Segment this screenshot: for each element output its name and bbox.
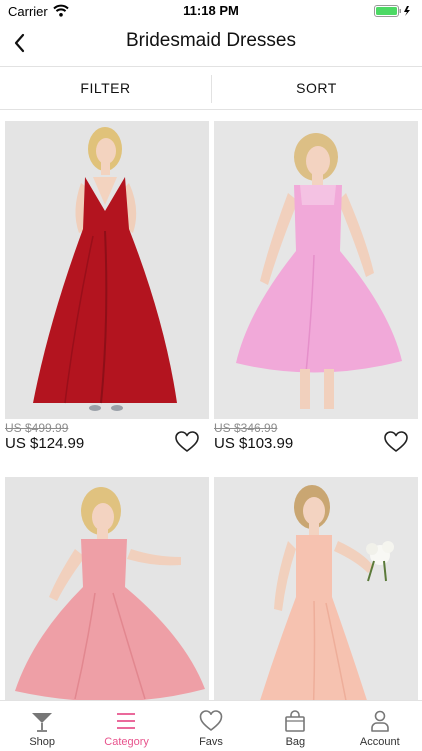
sort-button[interactable]: SORT (211, 67, 422, 109)
heart-icon[interactable] (384, 431, 408, 453)
tab-favs[interactable]: Favs (169, 701, 253, 751)
heart-icon (199, 710, 223, 731)
tab-label: Category (104, 736, 149, 748)
heart-icon[interactable] (175, 431, 199, 453)
menu-lines-icon (117, 713, 136, 729)
bottom-tab-bar: Shop Category Favs Bag Account (0, 700, 422, 750)
product-grid: US $499.99 US $124.99 US $346.99 US $103… (0, 110, 422, 700)
clock-time: 11:18 PM (183, 3, 239, 18)
product-card[interactable]: US $499.99 US $124.99 (5, 121, 209, 452)
tab-label: Shop (29, 736, 56, 748)
cocktail-glass-icon (32, 713, 52, 732)
product-card[interactable] (5, 477, 209, 700)
filter-button[interactable]: FILTER (0, 67, 211, 109)
product-card[interactable]: US $346.99 US $103.99 (214, 121, 418, 452)
tab-bag[interactable]: Bag (253, 701, 337, 751)
tab-account[interactable]: Account (338, 701, 422, 751)
tab-category[interactable]: Category (84, 701, 168, 751)
page-title: Bridesmaid Dresses (126, 30, 296, 51)
tab-label: Account (359, 736, 400, 748)
tab-label: Bag (285, 736, 306, 748)
tab-label: Favs (199, 736, 223, 748)
person-icon (370, 710, 389, 732)
filter-sort-bar: FILTER SORT (0, 66, 422, 110)
status-bar: Carrier 11:18 PM (0, 0, 422, 22)
product-image[interactable] (5, 121, 209, 419)
original-price: US $346.99 (214, 421, 278, 435)
sale-price: US $103.99 (214, 435, 294, 452)
original-price: US $499.99 (5, 421, 69, 435)
product-card[interactable] (214, 477, 418, 700)
product-image[interactable] (214, 477, 418, 700)
product-image[interactable] (214, 121, 418, 419)
shopping-bag-icon (285, 710, 305, 732)
navigation-bar: Bridesmaid Dresses (0, 22, 422, 66)
battery-icon (374, 5, 410, 17)
sale-price: US $124.99 (5, 435, 85, 452)
tab-shop[interactable]: Shop (0, 701, 84, 751)
product-image[interactable] (5, 477, 209, 700)
